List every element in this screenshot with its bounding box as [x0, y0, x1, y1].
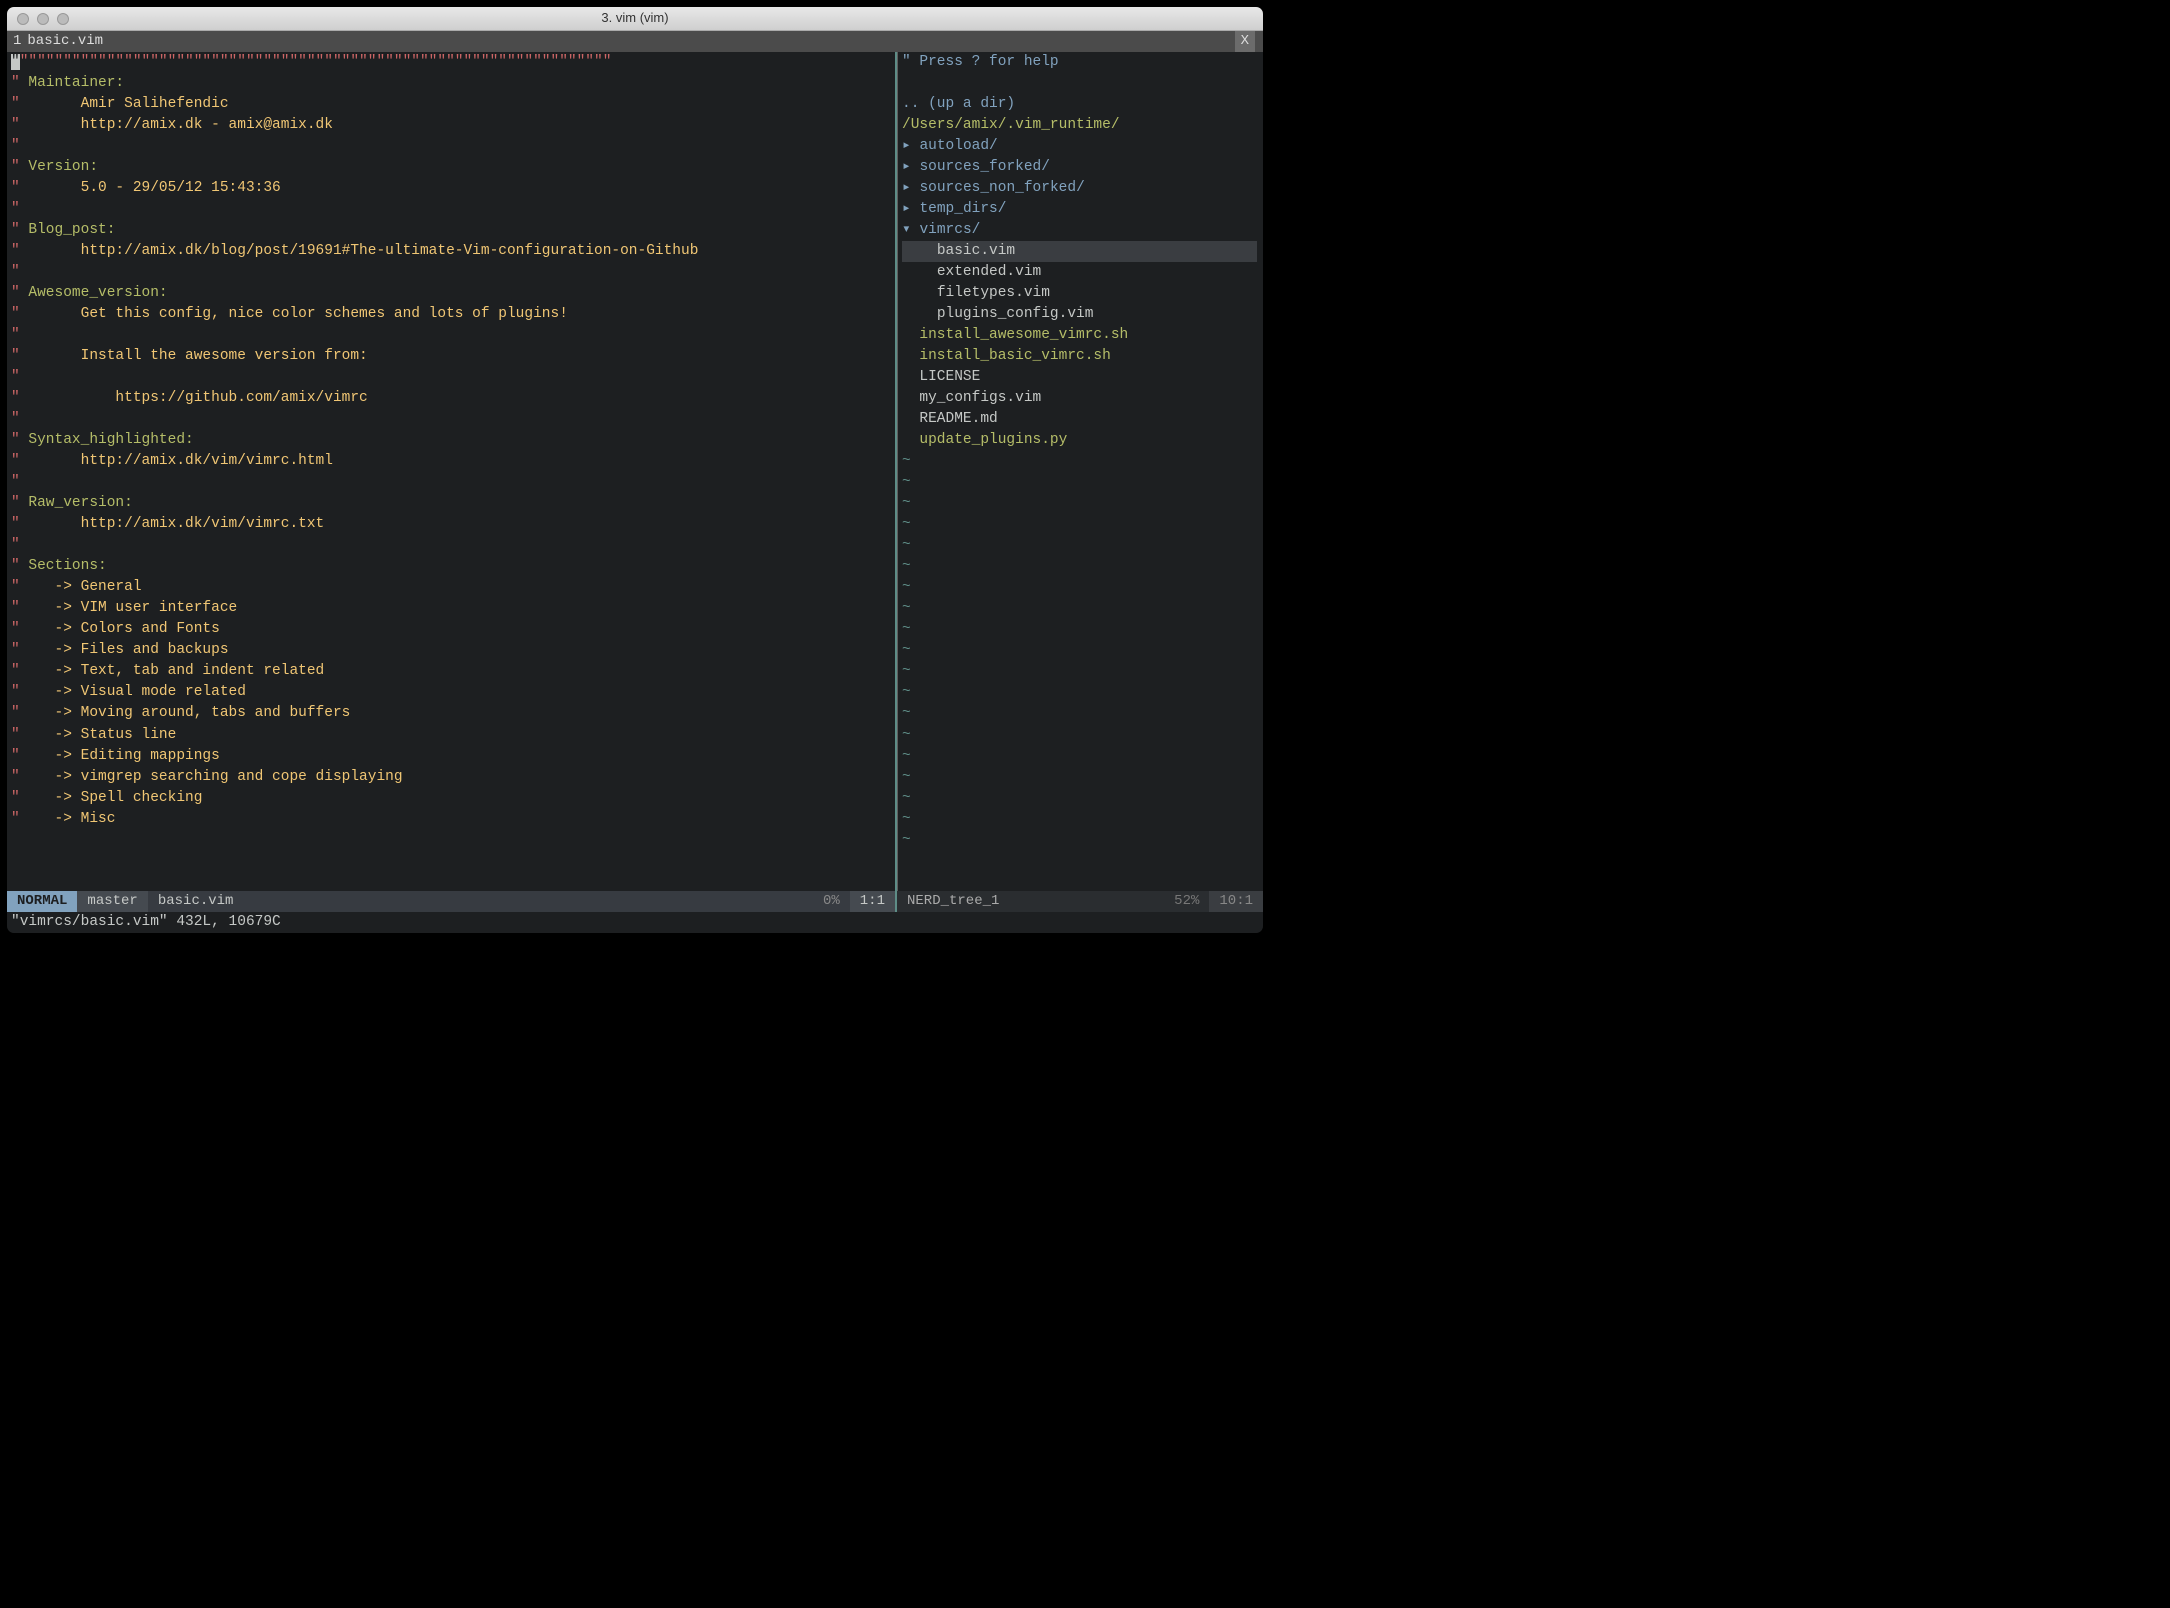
- code-line[interactable]: """"""""""""""""""""""""""""""""""""""""…: [11, 52, 891, 73]
- code-line[interactable]: " -> vimgrep searching and cope displayi…: [11, 767, 891, 788]
- code-line[interactable]: " Blog_post:: [11, 220, 891, 241]
- tab-label[interactable]: basic.vim: [27, 31, 103, 51]
- code-line[interactable]: " http://amix.dk - amix@amix.dk: [11, 115, 891, 136]
- code-line[interactable]: " Install the awesome version from:: [11, 346, 891, 367]
- nerdtree-item[interactable]: install_basic_vimrc.sh: [902, 346, 1259, 367]
- vim-tabline: 1 basic.vim X: [7, 31, 1263, 52]
- code-line[interactable]: " -> Spell checking: [11, 788, 891, 809]
- empty-line: ~: [902, 703, 1259, 724]
- nerdtree-item[interactable]: install_awesome_vimrc.sh: [902, 325, 1259, 346]
- code-line[interactable]: " http://amix.dk/vim/vimrc.html: [11, 451, 891, 472]
- code-line[interactable]: " -> Editing mappings: [11, 746, 891, 767]
- nerdtree-item[interactable]: plugins_config.vim: [902, 304, 1259, 325]
- buffer-content[interactable]: """"""""""""""""""""""""""""""""""""""""…: [7, 52, 895, 891]
- code-line[interactable]: " Amir Salihefendic: [11, 94, 891, 115]
- code-line[interactable]: ": [11, 409, 891, 430]
- status-lines: NORMAL master basic.vim 0% 1:1 NERD_tree…: [7, 891, 1263, 912]
- window-title: 3. vim (vim): [7, 9, 1263, 28]
- nerdtree-pane[interactable]: " Press ? for help .. (up a dir)/Users/a…: [897, 52, 1263, 891]
- titlebar: 3. vim (vim): [7, 7, 1263, 31]
- code-line[interactable]: " -> Visual mode related: [11, 682, 891, 703]
- empty-line: ~: [902, 661, 1259, 682]
- nerdtree-item[interactable]: filetypes.vim: [902, 283, 1259, 304]
- statusline-active: NORMAL master basic.vim 0% 1:1: [7, 891, 895, 912]
- nerdtree-item[interactable]: extended.vim: [902, 262, 1259, 283]
- code-line[interactable]: ": [11, 325, 891, 346]
- code-line[interactable]: ": [11, 262, 891, 283]
- code-line[interactable]: " Version:: [11, 157, 891, 178]
- main-editor-pane[interactable]: """"""""""""""""""""""""""""""""""""""""…: [7, 52, 895, 891]
- empty-line: ~: [902, 556, 1259, 577]
- nerdtree-item[interactable]: my_configs.vim: [902, 388, 1259, 409]
- nerdtree-item[interactable]: ▸ temp_dirs/: [902, 199, 1259, 220]
- empty-line: ~: [902, 619, 1259, 640]
- code-line[interactable]: " Sections:: [11, 556, 891, 577]
- empty-line: ~: [902, 746, 1259, 767]
- code-line[interactable]: " -> Files and backups: [11, 640, 891, 661]
- nerdtree-item[interactable]: ▸ sources_non_forked/: [902, 178, 1259, 199]
- empty-line: ~: [902, 767, 1259, 788]
- command-line[interactable]: "vimrcs/basic.vim" 432L, 10679C: [7, 912, 1263, 933]
- nerdtree-updir[interactable]: .. (up a dir): [902, 94, 1259, 115]
- code-line[interactable]: " Awesome_version:: [11, 283, 891, 304]
- code-line[interactable]: " Get this config, nice color schemes an…: [11, 304, 891, 325]
- code-line[interactable]: " Maintainer:: [11, 73, 891, 94]
- nerdtree-root[interactable]: /Users/amix/.vim_runtime/: [902, 115, 1259, 136]
- empty-line: ~: [902, 809, 1259, 830]
- code-line[interactable]: ": [11, 199, 891, 220]
- nerdtree-item[interactable]: basic.vim: [902, 241, 1259, 262]
- position-segment: 10:1: [1209, 891, 1263, 911]
- position-segment: 1:1: [850, 891, 895, 911]
- code-line[interactable]: ": [11, 472, 891, 493]
- code-line[interactable]: " Syntax_highlighted:: [11, 430, 891, 451]
- code-line[interactable]: " https://github.com/amix/vimrc: [11, 388, 891, 409]
- code-line[interactable]: " -> Colors and Fonts: [11, 619, 891, 640]
- empty-line: ~: [902, 493, 1259, 514]
- percent-segment: 0%: [813, 891, 850, 911]
- empty-line: ~: [902, 682, 1259, 703]
- code-line[interactable]: " -> Misc: [11, 809, 891, 830]
- percent-segment: 52%: [1164, 891, 1209, 911]
- code-line[interactable]: " -> General: [11, 577, 891, 598]
- editor-panes: """"""""""""""""""""""""""""""""""""""""…: [7, 52, 1263, 891]
- empty-line: ~: [902, 725, 1259, 746]
- tab-index: 1: [13, 31, 21, 51]
- nerdtree-item[interactable]: README.md: [902, 409, 1259, 430]
- empty-line: ~: [902, 451, 1259, 472]
- code-line[interactable]: ": [11, 136, 891, 157]
- empty-line: ~: [902, 788, 1259, 809]
- code-line[interactable]: ": [11, 535, 891, 556]
- code-line[interactable]: " 5.0 - 29/05/12 15:43:36: [11, 178, 891, 199]
- code-line[interactable]: " -> Moving around, tabs and buffers: [11, 703, 891, 724]
- mode-indicator: NORMAL: [7, 891, 77, 912]
- nerdtree-item[interactable]: ▾ vimrcs/: [902, 220, 1259, 241]
- nerdtree-item[interactable]: update_plugins.py: [902, 430, 1259, 451]
- code-line[interactable]: " http://amix.dk/blog/post/19691#The-ult…: [11, 241, 891, 262]
- nerdtree-content[interactable]: " Press ? for help .. (up a dir)/Users/a…: [898, 52, 1263, 891]
- code-line[interactable]: " -> VIM user interface: [11, 598, 891, 619]
- code-line[interactable]: " -> Status line: [11, 725, 891, 746]
- statusline-inactive: NERD_tree_1 52% 10:1: [897, 891, 1263, 912]
- code-line[interactable]: ": [11, 367, 891, 388]
- empty-line: ~: [902, 577, 1259, 598]
- code-line[interactable]: " Raw_version:: [11, 493, 891, 514]
- git-branch: master: [77, 891, 147, 912]
- filename-segment: NERD_tree_1: [897, 891, 1009, 912]
- nerdtree-item[interactable]: ▸ autoload/: [902, 136, 1259, 157]
- filename-segment: basic.vim: [148, 891, 244, 912]
- nerdtree-help: " Press ? for help: [902, 52, 1259, 73]
- empty-line: ~: [902, 640, 1259, 661]
- empty-line: ~: [902, 535, 1259, 556]
- nerdtree-item[interactable]: ▸ sources_forked/: [902, 157, 1259, 178]
- empty-line: ~: [902, 472, 1259, 493]
- code-line[interactable]: " -> Text, tab and indent related: [11, 661, 891, 682]
- nerdtree-item[interactable]: LICENSE: [902, 367, 1259, 388]
- empty-line: ~: [902, 830, 1259, 851]
- terminal-window: 3. vim (vim) 1 basic.vim X """""""""""""…: [7, 7, 1263, 933]
- tab-close-button[interactable]: X: [1235, 31, 1255, 52]
- empty-line: ~: [902, 514, 1259, 535]
- nerdtree-blank: [902, 73, 1259, 94]
- code-line[interactable]: " http://amix.dk/vim/vimrc.txt: [11, 514, 891, 535]
- empty-line: ~: [902, 598, 1259, 619]
